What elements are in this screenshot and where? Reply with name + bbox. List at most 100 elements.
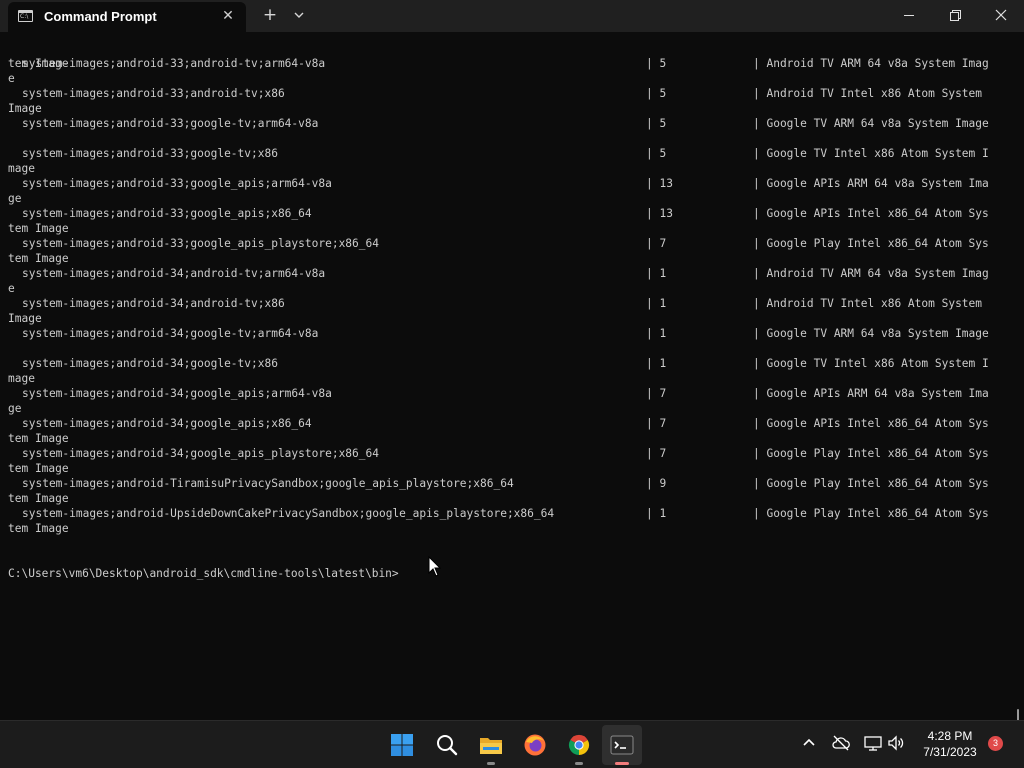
package-version: | 7 [646,387,667,400]
package-path: system-images;android-33;google_apis;x86… [22,207,312,220]
package-version: | 1 [646,507,667,520]
terminal-output: tem Image system-images;android-33;andro… [8,41,989,580]
package-description: | Google Play Intel x86_64 Atom Sys [753,447,989,460]
new-tab-button[interactable]: + [259,4,281,26]
title-bar: C:\ Command Prompt ✕ + [0,0,1024,32]
restore-icon [950,10,961,21]
close-window-button[interactable] [978,0,1024,32]
network-icon[interactable] [863,733,883,753]
package-path: system-images;android-34;google_apis;arm… [22,387,332,400]
chevron-down-icon [294,12,304,18]
package-version: | 9 [646,477,667,490]
mouse-cursor-icon [428,556,442,577]
minimize-button[interactable] [886,0,932,32]
package-version: | 1 [646,357,667,370]
file-explorer-icon [480,738,502,754]
chrome-icon [568,734,590,756]
running-indicator [487,762,495,765]
start-button[interactable] [382,725,422,765]
search-button[interactable] [427,725,467,765]
terminal-wrapped-text: e [8,282,15,295]
package-path: system-images;android-34;google-tv;arm64… [22,327,319,340]
package-description: | Google TV Intel x86 Atom System I [753,147,989,160]
package-path: system-images;android-34;android-tv;x86 [22,297,285,310]
package-version: | 5 [646,57,667,70]
command-prompt-icon: C:\ [18,10,33,22]
terminal-wrapped-text: e [8,72,15,85]
package-version: | 5 [646,87,667,100]
tab-command-prompt[interactable]: C:\ Command Prompt ✕ [8,2,246,32]
terminal-wrapped-text: tem Image [8,222,69,235]
terminal-wrapped-text: mage [8,162,35,175]
package-path: system-images;android-33;google-tv;arm64… [22,117,319,130]
volume-icon[interactable] [886,733,906,753]
package-description: | Google APIs Intel x86_64 Atom Sys [753,207,989,220]
package-version: | 5 [646,117,667,130]
cloud-offline-icon[interactable] [831,733,851,753]
search-icon [437,735,458,756]
package-description: | Google Play Intel x86_64 Atom Sys [753,507,989,520]
close-tab-icon[interactable]: ✕ [220,8,236,24]
terminal-wrapped-text: tem Image [8,462,69,475]
active-indicator [615,762,629,765]
taskbar-clock[interactable]: 4:28 PM 7/31/2023 [915,728,985,760]
clock-date: 7/31/2023 [923,745,977,759]
taskbar: 4:28 PM 7/31/2023 [0,720,1024,768]
package-version: | 1 [646,267,667,280]
notification-badge[interactable]: 3 [988,736,1003,751]
package-path: system-images;android-33;android-tv;x86 [22,87,285,100]
package-path: system-images;android-33;google_apis_pla… [22,237,379,250]
package-path: system-images;android-34;android-tv;arm6… [22,267,326,280]
tab-dropdown-button[interactable] [288,4,310,26]
package-description: | Android TV ARM 64 v8a System Imag [753,267,989,280]
terminal-wrapped-text: tem Image [8,492,69,505]
terminal-wrapped-text: tem Image [8,432,69,445]
file-explorer-button[interactable] [471,725,511,765]
package-path: system-images;android-34;google_apis;x86… [22,417,312,430]
terminal-wrapped-text: tem Image [8,522,69,535]
start-icon [391,734,413,756]
package-version: | 5 [646,147,667,160]
package-version: | 1 [646,327,667,340]
clock-time: 4:28 PM [927,729,973,743]
close-icon [995,9,1007,21]
package-path: system-images;android-34;google_apis_pla… [22,447,379,460]
package-version: | 13 [646,207,673,220]
terminal-wrapped-text: ge [8,192,22,205]
command-prompt-icon-glyph: C:\ [20,13,29,20]
package-version: | 7 [646,237,667,250]
minimize-icon [904,15,914,16]
package-path: system-images;android-TiramisuPrivacySan… [22,477,514,490]
running-indicator [575,762,583,765]
package-path: system-images;android-33;android-tv;arm6… [22,57,326,70]
firefox-button[interactable] [515,725,555,765]
chevron-up-icon[interactable] [799,733,819,753]
terminal-wrapped-text: ge [8,402,22,415]
package-description: | Android TV Intel x86 Atom System [753,297,983,310]
terminal-wrapped-text: Image [8,312,42,325]
terminal-wrapped-text: tem Image [8,252,69,265]
package-description: | Google APIs ARM 64 v8a System Ima [753,387,989,400]
tab-title: Command Prompt [44,9,157,24]
package-description: | Google Play Intel x86_64 Atom Sys [753,477,989,490]
package-description: | Google APIs Intel x86_64 Atom Sys [753,417,989,430]
package-description: | Google Play Intel x86_64 Atom Sys [753,237,989,250]
restore-button[interactable] [932,0,978,32]
package-description: | Google TV Intel x86 Atom System I [753,357,989,370]
package-version: | 7 [646,447,667,460]
terminal-pane[interactable]: tem Image system-images;android-33;andro… [0,32,1024,733]
package-path: system-images;android-33;google_apis;arm… [22,177,332,190]
command-prompt-line: C:\Users\vm6\Desktop\android_sdk\cmdline… [8,551,399,580]
terminal-icon [610,735,634,755]
prompt-text: C:\Users\vm6\Desktop\android_sdk\cmdline… [8,567,399,580]
package-version: | 1 [646,297,667,310]
package-description: | Google APIs ARM 64 v8a System Ima [753,177,989,190]
package-path: system-images;android-33;google-tv;x86 [22,147,278,160]
package-path: system-images;android-34;google-tv;x86 [22,357,278,370]
package-path: system-images;android-UpsideDownCakePriv… [22,507,555,520]
chrome-button[interactable] [559,725,599,765]
package-version: | 13 [646,177,673,190]
package-description: | Android TV ARM 64 v8a System Imag [753,57,989,70]
package-version: | 7 [646,417,667,430]
terminal-button[interactable] [602,725,642,765]
